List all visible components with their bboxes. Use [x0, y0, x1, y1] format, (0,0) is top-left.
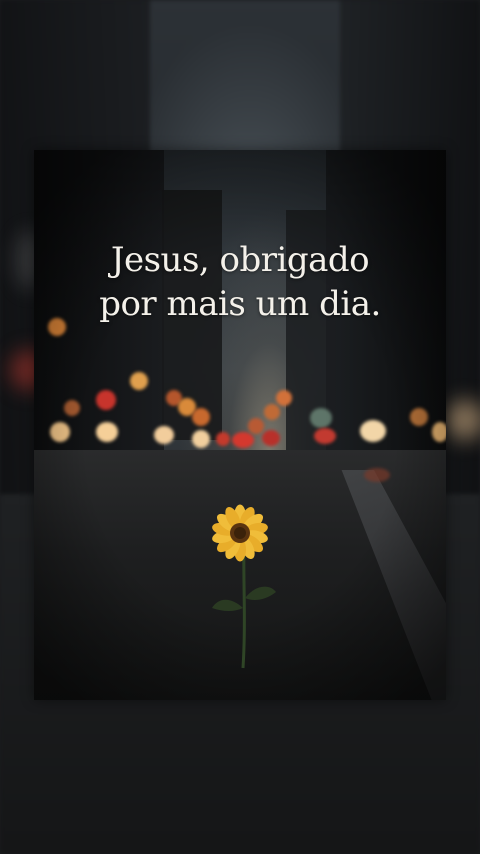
flower-center-inner: [234, 527, 246, 539]
photo-frame: Jesus, obrigado por mais um dia.: [34, 150, 446, 700]
caption-text: Jesus, obrigado por mais um dia.: [34, 238, 446, 326]
flower-leaf: [245, 586, 276, 600]
caption-line-2: por mais um dia.: [99, 284, 381, 324]
flower-leaf: [212, 599, 243, 611]
story-screen: Jesus, obrigado por mais um dia.: [0, 0, 480, 854]
sunflower-image: [212, 504, 276, 669]
caption-line-1: Jesus, obrigado: [110, 240, 370, 280]
background-light: [445, 400, 480, 440]
